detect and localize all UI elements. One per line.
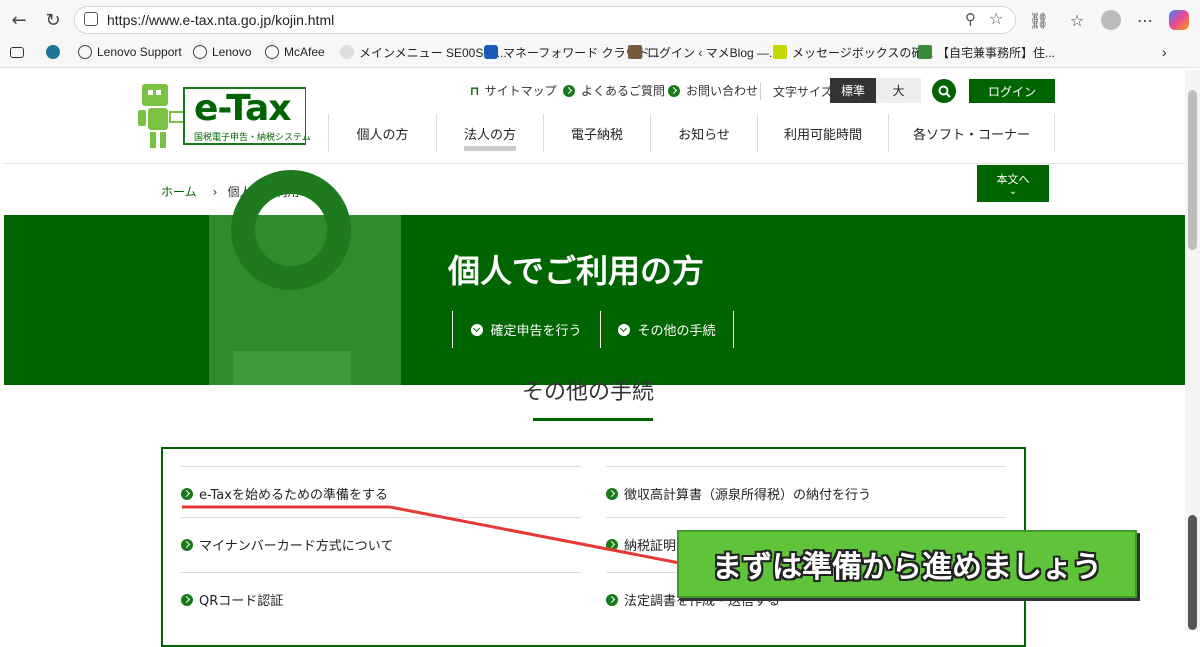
annotation-text: まずは準備から進めましょう [712, 550, 1102, 585]
annotation-callout: まずは準備から進めましょう [677, 530, 1137, 598]
